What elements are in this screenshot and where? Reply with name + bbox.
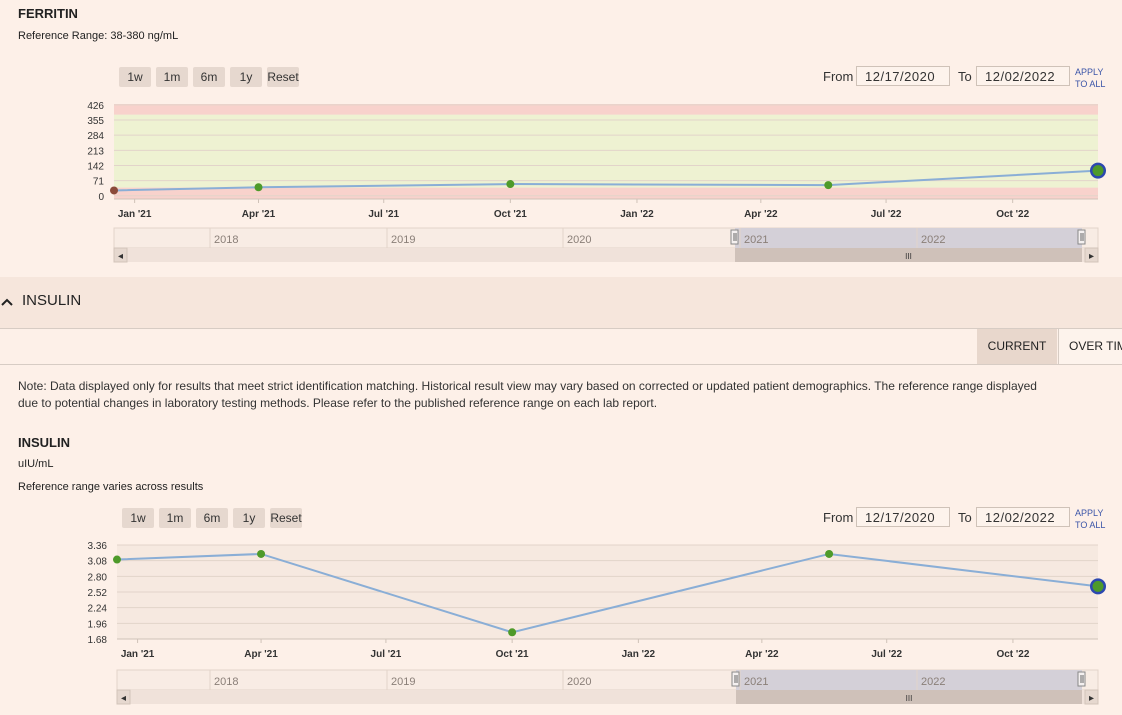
data-point <box>506 180 515 189</box>
x-tick-label: Apr '21 <box>242 209 276 220</box>
navigator-year-label: 2019 <box>391 676 415 688</box>
x-tick-label: Jul '22 <box>871 209 902 220</box>
scrollbar-grip-icon: III <box>905 252 912 261</box>
y-tick-label: 213 <box>87 146 104 157</box>
ferritin-title: FERRITIN <box>18 6 78 21</box>
data-point <box>257 549 266 558</box>
navigator-selected-range <box>736 670 1082 690</box>
insulin-section-header[interactable]: INSULIN <box>0 277 1122 329</box>
chevron-up-icon[interactable] <box>0 295 14 309</box>
scrollbar-grip-icon: III <box>906 694 913 703</box>
insulin-range-1y-button[interactable]: 1y <box>233 508 265 528</box>
insulin-section-title: INSULIN <box>22 292 82 309</box>
latest-data-point <box>1092 580 1104 592</box>
ferritin-from-label: From <box>823 69 854 84</box>
ferritin-range-1m-button[interactable]: 1m <box>156 67 188 87</box>
x-tick-label: Apr '22 <box>745 649 779 660</box>
navigator-year-label: 2019 <box>391 234 415 246</box>
ferritin-range-6m-button[interactable]: 6m <box>193 67 225 87</box>
y-tick-label: 2.80 <box>88 572 108 583</box>
tab-over-time[interactable]: OVER TIM <box>1058 329 1122 364</box>
ferritin-to-label: To <box>958 69 972 84</box>
y-tick-label: 0 <box>98 192 104 203</box>
ferritin-reference-range: Reference Range: 38-380 ng/mL <box>18 30 179 42</box>
ferritin-from-date-input[interactable] <box>856 66 950 86</box>
navigator-year-label: 2020 <box>567 234 591 246</box>
insulin-unit: uIU/mL <box>18 458 54 470</box>
data-point <box>508 628 517 637</box>
insulin-range-1m-button[interactable]: 1m <box>159 508 191 528</box>
normal-range-band <box>114 114 1098 188</box>
x-tick-label: Oct '21 <box>496 649 529 660</box>
ferritin-range-1w-button[interactable]: 1w <box>119 67 151 87</box>
x-tick-label: Apr '21 <box>244 649 278 660</box>
insulin-apply-to-all-link[interactable]: APPLY TO ALL <box>1075 507 1105 531</box>
y-tick-label: 355 <box>87 116 104 127</box>
data-point <box>113 555 121 564</box>
data-note: Note: Data displayed only for results th… <box>18 379 1037 410</box>
insulin-range-1w-button[interactable]: 1w <box>122 508 154 528</box>
x-tick-label: Oct '21 <box>494 209 527 220</box>
high-abnormal-band <box>114 104 1098 115</box>
y-tick-label: 2.52 <box>88 588 108 599</box>
navigator-year-label: 2018 <box>214 676 238 688</box>
y-tick-label: 3.36 <box>88 541 108 552</box>
x-tick-label: Jul '22 <box>871 649 902 660</box>
ferritin-range-1y-button[interactable]: 1y <box>230 67 262 87</box>
x-tick-label: Oct '22 <box>996 649 1029 660</box>
insulin-to-date-input[interactable] <box>976 507 1070 527</box>
navigator-year-label: 2021 <box>744 234 768 246</box>
x-tick-label: Jan '22 <box>620 209 654 220</box>
y-tick-label: 142 <box>87 161 104 172</box>
view-tabs: CURRENT OVER TIM <box>0 329 1122 365</box>
navigator-year-label: 2020 <box>567 676 591 688</box>
insulin-title: INSULIN <box>18 435 70 450</box>
data-point <box>824 181 833 190</box>
scroll-left-arrow-icon: ◂ <box>118 251 123 262</box>
insulin-chart: 1.68 1.96 2.24 2.52 2.80 3.08 3.36 Jan '21 Apr '… <box>88 541 1106 705</box>
insulin-to-label: To <box>958 510 972 525</box>
tab-current[interactable]: CURRENT <box>977 329 1057 364</box>
y-tick-label: 1.68 <box>88 635 108 646</box>
x-tick-label: Jul '21 <box>371 649 402 660</box>
navigator-year-label: 2022 <box>921 234 945 246</box>
x-tick-label: Oct '22 <box>996 209 1029 220</box>
x-tick-label: Jan '22 <box>622 649 656 660</box>
y-tick-label: 71 <box>93 177 105 188</box>
x-tick-label: Apr '22 <box>744 209 778 220</box>
y-tick-label: 2.24 <box>88 604 108 615</box>
y-tick-label: 3.08 <box>88 557 108 568</box>
insulin-reference-note: Reference range varies across results <box>18 481 204 493</box>
x-tick-label: Jan '21 <box>118 209 152 220</box>
data-point <box>825 549 834 558</box>
scroll-right-arrow-icon: ▸ <box>1089 251 1094 262</box>
x-tick-label: Jan '21 <box>121 649 155 660</box>
scroll-right-arrow-icon: ▸ <box>1089 693 1094 704</box>
y-tick-label: 1.96 <box>88 619 108 630</box>
ferritin-chart: 0 71 142 213 284 355 426 Jan '21 Apr '21 Jul '21 O… <box>87 101 1106 263</box>
data-point <box>110 186 118 195</box>
insulin-range-reset-button[interactable]: Reset <box>270 508 302 528</box>
scroll-left-arrow-icon: ◂ <box>121 693 126 704</box>
navigator-year-label: 2021 <box>744 676 768 688</box>
ferritin-range-reset-button[interactable]: Reset <box>267 67 299 87</box>
insulin-range-6m-button[interactable]: 6m <box>196 508 228 528</box>
ferritin-to-date-input[interactable] <box>976 66 1070 86</box>
y-tick-label: 426 <box>87 101 104 112</box>
navigator-year-label: 2022 <box>921 676 945 688</box>
insulin-from-label: From <box>823 510 854 525</box>
y-tick-label: 284 <box>87 131 104 142</box>
navigator-year-label: 2018 <box>214 234 238 246</box>
data-point <box>254 183 263 192</box>
ferritin-apply-to-all-link[interactable]: APPLY TO ALL <box>1075 66 1105 90</box>
insulin-from-date-input[interactable] <box>856 507 950 527</box>
navigator-selected-range <box>735 228 1082 248</box>
latest-data-point <box>1092 165 1104 177</box>
x-tick-label: Jul '21 <box>368 209 399 220</box>
